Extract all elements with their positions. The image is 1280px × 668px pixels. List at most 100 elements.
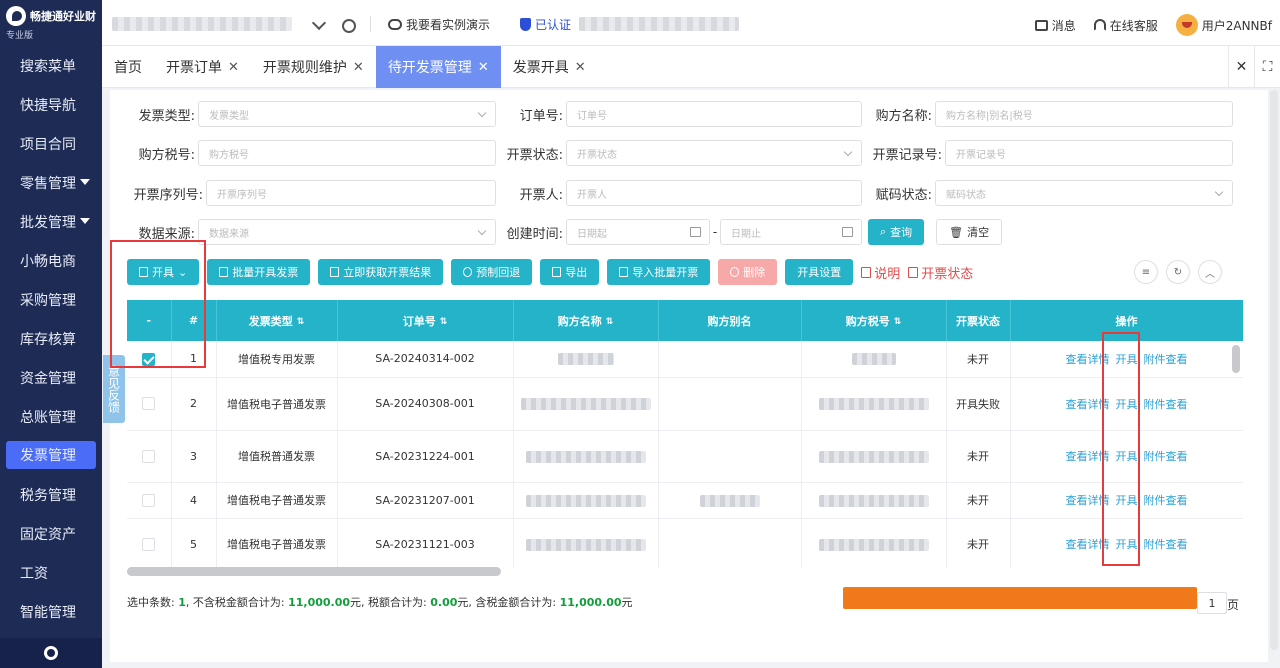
account-selector-redacted[interactable]: [112, 17, 292, 31]
redacted-text: [557, 353, 614, 366]
tab-home[interactable]: 首页: [102, 46, 154, 88]
date-end-input[interactable]: 日期止: [720, 219, 862, 245]
sort-icon[interactable]: ⇅: [297, 317, 305, 327]
import-batch-button[interactable]: 导入批量开票: [607, 259, 711, 285]
col-header-buyer-name[interactable]: 购方名称 ⇅: [513, 300, 659, 341]
messages-button[interactable]: 消息: [1034, 17, 1076, 34]
sidebar-item-label: 资金管理: [20, 370, 76, 387]
tab-invoice-issue[interactable]: 发票开具 ✕: [501, 46, 598, 88]
sidebar-item-search[interactable]: 搜索菜单: [0, 46, 102, 85]
issue-settings-button[interactable]: 开具设置: [785, 259, 854, 285]
tab-label: 首页: [114, 60, 142, 76]
row-checkbox[interactable]: [142, 537, 156, 551]
view-attachment-link[interactable]: 附件查看: [1144, 450, 1188, 463]
sidebar-item-fixed-assets[interactable]: 固定资产: [0, 514, 102, 553]
col-header-invoice-type[interactable]: 发票类型 ⇅: [216, 300, 338, 341]
certified-badge[interactable]: 已认证: [520, 16, 571, 33]
sidebar-item-invoice[interactable]: 发票管理: [6, 441, 96, 469]
fetch-result-button[interactable]: 立即获取开票结果: [318, 259, 444, 285]
column-settings-icon[interactable]: ≡: [1134, 260, 1158, 284]
sidebar-item-smart[interactable]: 智能管理: [0, 592, 102, 631]
query-button[interactable]: ⌕ 查询: [868, 219, 925, 245]
tab-invoice-orders[interactable]: 开票订单 ✕: [154, 46, 251, 88]
row-invoice-type: 增值税电子普通发票: [216, 482, 338, 519]
close-all-tabs-icon[interactable]: ✕: [1228, 46, 1254, 88]
view-attachment-link[interactable]: 附件查看: [1144, 398, 1188, 411]
redacted-text: [525, 538, 646, 551]
collapse-icon[interactable]: ︿: [1198, 260, 1222, 284]
invoice-type-select[interactable]: 发票类型: [198, 101, 496, 127]
sidebar-item-funds[interactable]: 资金管理: [0, 358, 102, 397]
view-attachment-link[interactable]: 附件查看: [1144, 353, 1188, 366]
buyer-name-placeholder: 购方名称|别名|税号: [946, 110, 1033, 122]
user-menu[interactable]: 用户2ANNBf: [1175, 14, 1272, 36]
table-row: 5 增值税电子普通发票 SA-20231121-003 未开 查看详情 开具 附件查…: [127, 518, 1243, 568]
data-source-select[interactable]: 数据来源: [198, 219, 496, 245]
row-buyer-name: [513, 430, 659, 483]
sidebar-item-ecommerce[interactable]: 小畅电商: [0, 241, 102, 280]
sidebar-item-purchase[interactable]: 采购管理: [0, 280, 102, 319]
main-content: 发票类型: 发票类型 订单号: 订单号 购方名称: 购方名称|别名|税号 购方税…: [110, 90, 1268, 662]
settings-gear-icon[interactable]: [342, 19, 356, 33]
explain-link[interactable]: 说明: [861, 263, 900, 282]
export-button[interactable]: 导出: [540, 259, 600, 285]
sidebar-item-wholesale[interactable]: 批发管理: [0, 202, 102, 241]
pagination-redacted[interactable]: [843, 587, 1197, 609]
refresh-icon[interactable]: ↻: [1166, 260, 1190, 284]
invoice-type-placeholder: 发票类型: [209, 110, 249, 122]
online-service-button[interactable]: 在线客服: [1093, 17, 1158, 34]
close-icon[interactable]: ✕: [478, 60, 489, 75]
page-vertical-scrollbar[interactable]: [1270, 90, 1278, 650]
invoice-status-select[interactable]: 开票状态: [566, 140, 862, 166]
clear-button[interactable]: 🗑 清空: [936, 219, 1003, 245]
code-status-select[interactable]: 赋码状态: [935, 180, 1233, 206]
view-attachment-link[interactable]: 附件查看: [1144, 538, 1188, 551]
sidebar-item-tax[interactable]: 税务管理: [0, 475, 102, 514]
table-vertical-scrollbar[interactable]: [1232, 345, 1240, 373]
sort-icon[interactable]: ⇅: [606, 317, 614, 327]
sidebar-item-ledger[interactable]: 总账管理: [0, 397, 102, 436]
table-header-row: - # 发票类型 ⇅ 订单号 ⇅ 购方名称 ⇅ 购方别名 购方税号 ⇅ 开票状态 操作: [127, 300, 1243, 341]
highlight-box-issue-dropdown: [110, 240, 206, 368]
brand-logo[interactable]: 畅捷通好业财 专业版: [0, 0, 102, 46]
row-checkbox[interactable]: [142, 397, 156, 411]
close-icon[interactable]: ✕: [228, 60, 239, 75]
serial-no-input[interactable]: 开票序列号: [206, 180, 496, 206]
buyer-name-input[interactable]: 购方名称|别名|税号: [935, 101, 1233, 127]
table-horizontal-scrollbar[interactable]: [127, 567, 501, 576]
sort-icon[interactable]: ⇅: [894, 317, 902, 327]
sidebar-item-payroll[interactable]: 工资: [0, 553, 102, 592]
col-header-buyer-tax-no[interactable]: 购方税号 ⇅: [801, 300, 947, 341]
calendar-icon: [690, 227, 701, 237]
table-row: 1 增值税专用发票 SA-20240314-002 未开 查看详情 开具 附件查看: [127, 341, 1243, 378]
invoice-status-placeholder: 开票状态: [577, 149, 617, 161]
record-no-input[interactable]: 开票记录号: [945, 140, 1233, 166]
demo-link[interactable]: 我要看实例演示: [388, 16, 490, 33]
col-header-order-no[interactable]: 订单号 ⇅: [337, 300, 514, 341]
close-icon[interactable]: ✕: [353, 60, 364, 75]
batch-issue-button[interactable]: 批量开具发票: [207, 259, 311, 285]
sidebar-item-retail[interactable]: 零售管理: [0, 163, 102, 202]
code-status-label: 赋码状态:: [875, 187, 932, 203]
view-attachment-link[interactable]: 附件查看: [1144, 494, 1188, 507]
close-icon[interactable]: ✕: [575, 60, 586, 75]
sort-icon[interactable]: ⇅: [440, 317, 448, 327]
buyer-tax-no-input[interactable]: 购方税号: [198, 140, 496, 166]
fullscreen-icon[interactable]: ⛶: [1254, 46, 1280, 88]
sidebar-settings-button[interactable]: [0, 638, 102, 668]
sidebar-item-project-contract[interactable]: 项目合同: [0, 124, 102, 163]
issuer-input[interactable]: 开票人: [566, 180, 862, 206]
row-checkbox[interactable]: [142, 493, 156, 507]
tab-invoice-rules[interactable]: 开票规则维护 ✕: [251, 46, 376, 88]
page-number-input[interactable]: 1: [1197, 592, 1227, 614]
order-no-input[interactable]: 订单号: [566, 101, 862, 127]
chevron-down-icon[interactable]: [311, 15, 327, 31]
delete-button[interactable]: 删除: [718, 259, 778, 285]
date-start-input[interactable]: 日期起: [566, 219, 710, 245]
preset-back-button[interactable]: 预制回退: [451, 259, 533, 285]
invoice-status-link[interactable]: 开票状态: [908, 263, 973, 282]
sidebar-item-quicknav[interactable]: 快捷导航: [0, 85, 102, 124]
tab-pending-invoices[interactable]: 待开发票管理 ✕: [375, 46, 501, 88]
row-checkbox[interactable]: [142, 449, 156, 463]
sidebar-item-inventory[interactable]: 库存核算: [0, 319, 102, 358]
